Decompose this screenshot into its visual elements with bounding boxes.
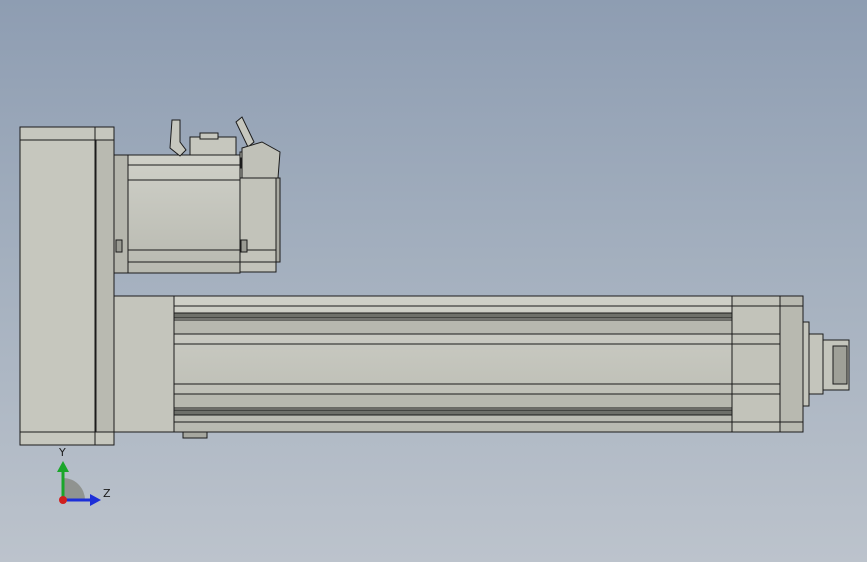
actuator-drawing: Y Z [19,116,850,506]
rod-end [802,321,850,407]
x-axis-origin [59,496,67,504]
end-cap [731,295,804,433]
z-axis-arrowhead [90,494,101,506]
triad-plane-shade [63,478,85,500]
actuator-body [113,295,733,439]
coordinate-triad: Y Z [57,446,111,506]
cad-viewport[interactable]: Y Z [0,0,867,562]
y-axis-label: Y [58,446,66,459]
y-axis-arrowhead [57,461,69,472]
z-axis-label: Z [103,487,111,500]
gearbox-housing [19,126,115,446]
